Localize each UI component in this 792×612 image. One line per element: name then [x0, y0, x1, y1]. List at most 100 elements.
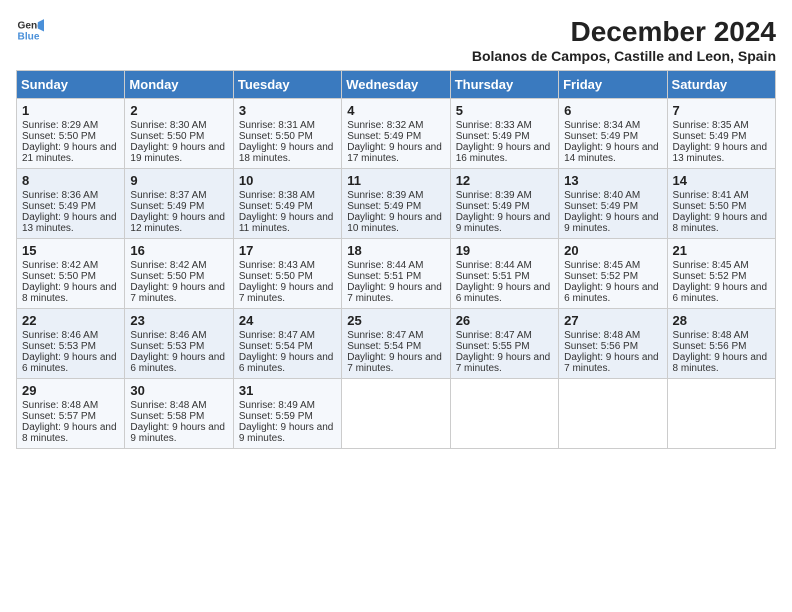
- calendar-cell: 18Sunrise: 8:44 AMSunset: 5:51 PMDayligh…: [342, 239, 450, 309]
- sunset-text: Sunset: 5:54 PM: [239, 341, 336, 352]
- sunrise-text: Sunrise: 8:48 AM: [564, 330, 661, 341]
- day-number: 28: [673, 313, 770, 328]
- daylight-text: Daylight: 9 hours and 9 minutes.: [239, 422, 336, 444]
- calendar-header-row: SundayMondayTuesdayWednesdayThursdayFrid…: [17, 71, 776, 99]
- day-number: 3: [239, 103, 336, 118]
- sunset-text: Sunset: 5:56 PM: [564, 341, 661, 352]
- day-number: 15: [22, 243, 119, 258]
- calendar-cell: 7Sunrise: 8:35 AMSunset: 5:49 PMDaylight…: [667, 99, 775, 169]
- calendar-cell: 24Sunrise: 8:47 AMSunset: 5:54 PMDayligh…: [233, 309, 341, 379]
- sunrise-text: Sunrise: 8:46 AM: [130, 330, 227, 341]
- calendar-week-row: 15Sunrise: 8:42 AMSunset: 5:50 PMDayligh…: [17, 239, 776, 309]
- day-number: 19: [456, 243, 553, 258]
- day-number: 7: [673, 103, 770, 118]
- calendar-table: SundayMondayTuesdayWednesdayThursdayFrid…: [16, 70, 776, 449]
- sunrise-text: Sunrise: 8:47 AM: [347, 330, 444, 341]
- sunrise-text: Sunrise: 8:47 AM: [456, 330, 553, 341]
- calendar-cell: [342, 379, 450, 449]
- calendar-cell: 2Sunrise: 8:30 AMSunset: 5:50 PMDaylight…: [125, 99, 233, 169]
- sunset-text: Sunset: 5:57 PM: [22, 411, 119, 422]
- daylight-text: Daylight: 9 hours and 19 minutes.: [130, 142, 227, 164]
- sunrise-text: Sunrise: 8:44 AM: [347, 260, 444, 271]
- sunrise-text: Sunrise: 8:48 AM: [22, 400, 119, 411]
- sunrise-text: Sunrise: 8:39 AM: [347, 190, 444, 201]
- sunset-text: Sunset: 5:50 PM: [22, 131, 119, 142]
- calendar-week-row: 8Sunrise: 8:36 AMSunset: 5:49 PMDaylight…: [17, 169, 776, 239]
- day-number: 27: [564, 313, 661, 328]
- sunrise-text: Sunrise: 8:30 AM: [130, 120, 227, 131]
- day-number: 14: [673, 173, 770, 188]
- daylight-text: Daylight: 9 hours and 7 minutes.: [130, 282, 227, 304]
- daylight-text: Daylight: 9 hours and 11 minutes.: [239, 212, 336, 234]
- day-number: 13: [564, 173, 661, 188]
- calendar-cell: 19Sunrise: 8:44 AMSunset: 5:51 PMDayligh…: [450, 239, 558, 309]
- calendar-cell: 6Sunrise: 8:34 AMSunset: 5:49 PMDaylight…: [559, 99, 667, 169]
- day-number: 4: [347, 103, 444, 118]
- day-number: 20: [564, 243, 661, 258]
- day-number: 5: [456, 103, 553, 118]
- sunrise-text: Sunrise: 8:42 AM: [130, 260, 227, 271]
- sunset-text: Sunset: 5:49 PM: [22, 201, 119, 212]
- calendar-cell: 29Sunrise: 8:48 AMSunset: 5:57 PMDayligh…: [17, 379, 125, 449]
- calendar-cell: 20Sunrise: 8:45 AMSunset: 5:52 PMDayligh…: [559, 239, 667, 309]
- sunrise-text: Sunrise: 8:29 AM: [22, 120, 119, 131]
- daylight-text: Daylight: 9 hours and 9 minutes.: [130, 422, 227, 444]
- calendar-cell: 1Sunrise: 8:29 AMSunset: 5:50 PMDaylight…: [17, 99, 125, 169]
- sunrise-text: Sunrise: 8:43 AM: [239, 260, 336, 271]
- day-number: 1: [22, 103, 119, 118]
- calendar-cell: 26Sunrise: 8:47 AMSunset: 5:55 PMDayligh…: [450, 309, 558, 379]
- sunset-text: Sunset: 5:54 PM: [347, 341, 444, 352]
- daylight-text: Daylight: 9 hours and 7 minutes.: [456, 352, 553, 374]
- daylight-text: Daylight: 9 hours and 17 minutes.: [347, 142, 444, 164]
- calendar-cell: 21Sunrise: 8:45 AMSunset: 5:52 PMDayligh…: [667, 239, 775, 309]
- sunset-text: Sunset: 5:49 PM: [456, 201, 553, 212]
- daylight-text: Daylight: 9 hours and 6 minutes.: [22, 352, 119, 374]
- calendar-cell: 22Sunrise: 8:46 AMSunset: 5:53 PMDayligh…: [17, 309, 125, 379]
- sunrise-text: Sunrise: 8:41 AM: [673, 190, 770, 201]
- weekday-header: Friday: [559, 71, 667, 99]
- calendar-cell: 25Sunrise: 8:47 AMSunset: 5:54 PMDayligh…: [342, 309, 450, 379]
- weekday-header: Sunday: [17, 71, 125, 99]
- sunrise-text: Sunrise: 8:34 AM: [564, 120, 661, 131]
- sunset-text: Sunset: 5:59 PM: [239, 411, 336, 422]
- sunset-text: Sunset: 5:56 PM: [673, 341, 770, 352]
- sunset-text: Sunset: 5:49 PM: [456, 131, 553, 142]
- calendar-cell: 13 Sunrise: 8:40 AMSunset: 5:49 PMDayligh…: [559, 169, 667, 239]
- day-number: 26: [456, 313, 553, 328]
- daylight-text: Daylight: 9 hours and 6 minutes.: [130, 352, 227, 374]
- sunrise-text: Sunrise: 8:31 AM: [239, 120, 336, 131]
- sunrise-text: Sunrise: 8:46 AM: [22, 330, 119, 341]
- sunrise-text: Sunrise: 8:40 AM: [564, 190, 661, 201]
- calendar-cell: 5Sunrise: 8:33 AMSunset: 5:49 PMDaylight…: [450, 99, 558, 169]
- calendar-cell: [559, 379, 667, 449]
- day-number: 21: [673, 243, 770, 258]
- daylight-text: Daylight: 9 hours and 6 minutes.: [456, 282, 553, 304]
- daylight-text: Daylight: 9 hours and 8 minutes.: [22, 422, 119, 444]
- location-subtitle: Bolanos de Campos, Castille and Leon, Sp…: [472, 48, 776, 64]
- day-number: 16: [130, 243, 227, 258]
- daylight-text: Daylight: 9 hours and 6 minutes.: [564, 282, 661, 304]
- daylight-text: Daylight: 9 hours and 18 minutes.: [239, 142, 336, 164]
- sunset-text: Sunset: 5:51 PM: [347, 271, 444, 282]
- calendar-cell: 12Sunrise: 8:39 AMSunset: 5:49 PMDayligh…: [450, 169, 558, 239]
- calendar-cell: [450, 379, 558, 449]
- sunset-text: Sunset: 5:50 PM: [673, 201, 770, 212]
- calendar-week-row: 1Sunrise: 8:29 AMSunset: 5:50 PMDaylight…: [17, 99, 776, 169]
- day-number: 11: [347, 173, 444, 188]
- sunrise-text: Sunrise: 8:35 AM: [673, 120, 770, 131]
- sunrise-text: Sunrise: 8:45 AM: [673, 260, 770, 271]
- sunset-text: Sunset: 5:49 PM: [564, 201, 661, 212]
- sunset-text: Sunset: 5:53 PM: [22, 341, 119, 352]
- day-number: 24: [239, 313, 336, 328]
- sunset-text: Sunset: 5:49 PM: [673, 131, 770, 142]
- weekday-header: Thursday: [450, 71, 558, 99]
- sunset-text: Sunset: 5:50 PM: [239, 131, 336, 142]
- sunrise-text: Sunrise: 8:38 AM: [239, 190, 336, 201]
- sunrise-text: Sunrise: 8:32 AM: [347, 120, 444, 131]
- daylight-text: Daylight: 9 hours and 9 minutes.: [564, 212, 661, 234]
- calendar-cell: 23Sunrise: 8:46 AMSunset: 5:53 PMDayligh…: [125, 309, 233, 379]
- calendar-cell: 9Sunrise: 8:37 AMSunset: 5:49 PMDaylight…: [125, 169, 233, 239]
- daylight-text: Daylight: 9 hours and 13 minutes.: [22, 212, 119, 234]
- calendar-cell: 28Sunrise: 8:48 AMSunset: 5:56 PMDayligh…: [667, 309, 775, 379]
- calendar-cell: 10Sunrise: 8:38 AMSunset: 5:49 PMDayligh…: [233, 169, 341, 239]
